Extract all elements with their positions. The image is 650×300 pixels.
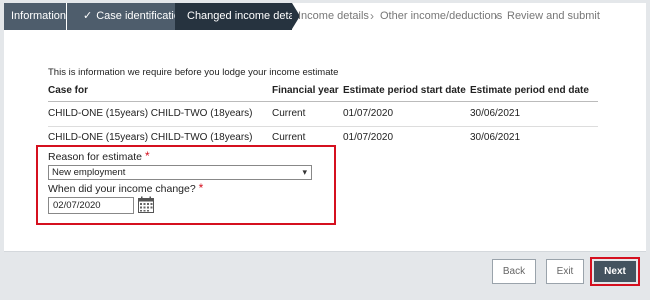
step-label: Changed income details: [187, 10, 306, 22]
progress-stepper: Information ✓ Case identification Changed…: [4, 3, 646, 30]
step-label: Other income/deductions: [380, 10, 503, 22]
step-information[interactable]: Information: [4, 3, 74, 30]
back-button[interactable]: Back: [492, 259, 536, 284]
step-changed-income-details[interactable]: Changed income details: [175, 3, 305, 30]
header-end-date: Estimate period end date: [470, 85, 589, 96]
step-label: Information: [11, 10, 67, 22]
reason-label: Reason for estimate *: [48, 149, 150, 163]
step-income-details: Income details: [298, 3, 369, 30]
calendar-icon[interactable]: [138, 196, 154, 213]
estimate-form-highlight: Reason for estimate * New employment ▾ Wh…: [36, 145, 336, 225]
header-financial-year: Financial year: [272, 85, 339, 96]
step-review-and-submit: Review and submit: [507, 3, 600, 30]
content-panel: This is information we require before yo…: [4, 30, 646, 252]
cell-end-date: 30/06/2021: [470, 132, 521, 143]
exit-button[interactable]: Exit: [546, 259, 584, 284]
step-case-identification[interactable]: ✓ Case identification: [66, 3, 186, 30]
change-date-input[interactable]: 02/07/2020: [48, 197, 134, 214]
table-header: Case for Financial year Estimate period …: [48, 80, 598, 102]
next-button[interactable]: Next: [594, 261, 636, 282]
cell-financial-year: Current: [272, 108, 306, 119]
header-start-date: Estimate period start date: [343, 85, 466, 96]
step-label: Case identification: [96, 10, 187, 22]
step-label: Review and submit: [507, 10, 600, 22]
cell-end-date: 30/06/2021: [470, 108, 521, 119]
cell-case-for: CHILD-ONE (15years) CHILD-TWO (18years): [48, 108, 253, 119]
header-case-for: Case for: [48, 85, 89, 96]
next-button-highlight: Next: [590, 257, 640, 286]
cell-start-date: 01/07/2020: [343, 108, 394, 119]
check-icon: ✓: [83, 10, 93, 22]
chevron-right-icon: ›: [370, 9, 374, 23]
required-marker: *: [144, 149, 150, 163]
reason-select-value: New employment: [52, 167, 126, 178]
chevron-down-icon: ▾: [302, 167, 307, 177]
intro-text: This is information we require before yo…: [48, 67, 339, 78]
chevron-right-icon: ›: [494, 9, 498, 23]
change-date-label: When did your income change? *: [48, 181, 204, 195]
table-row: CHILD-ONE (15years) CHILD-TWO (18years) …: [48, 102, 598, 127]
step-label: Income details: [298, 10, 369, 22]
step-other-income-deductions: Other income/deductions: [380, 3, 502, 30]
reason-select[interactable]: New employment ▾: [48, 165, 312, 180]
required-marker: *: [198, 181, 204, 195]
cell-start-date: 01/07/2020: [343, 132, 394, 143]
